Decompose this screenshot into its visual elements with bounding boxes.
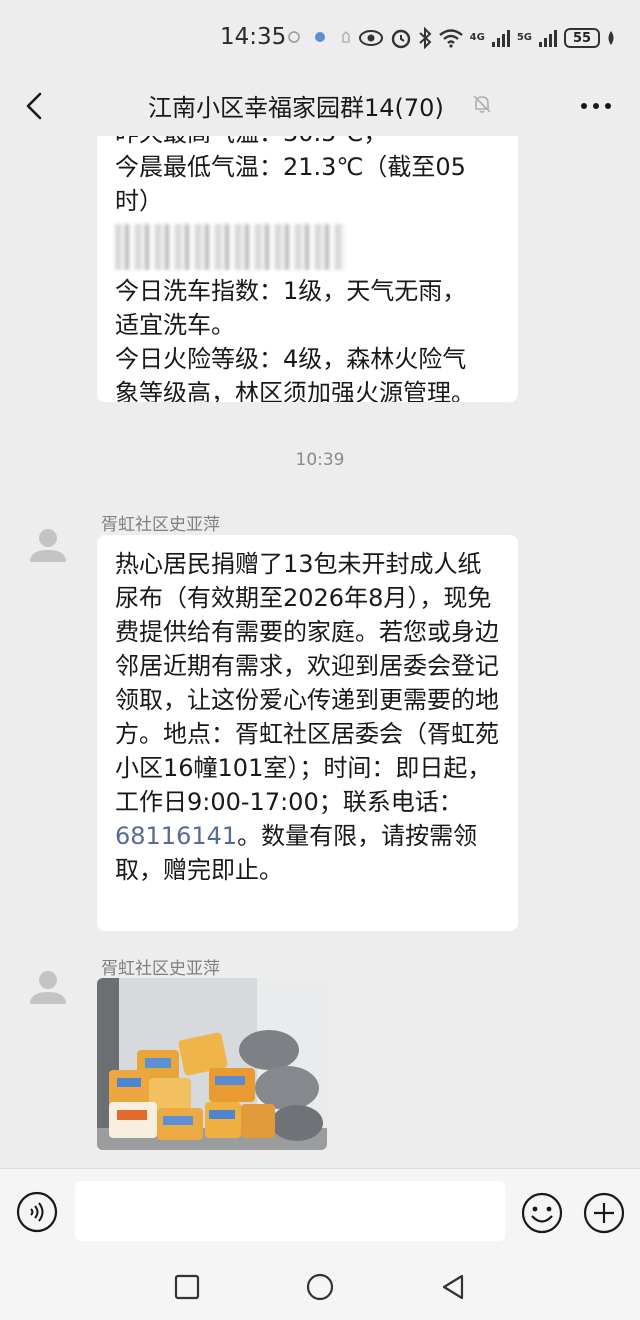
notification-icon <box>342 31 350 43</box>
chat-title: 江南小区幸福家园群14(70) <box>148 94 444 122</box>
voice-icon[interactable] <box>16 1191 58 1233</box>
signal-icon <box>539 30 557 47</box>
home-icon[interactable] <box>305 1272 335 1302</box>
message-timestamp: 10:39 <box>295 450 345 470</box>
message-line: 今日洗车指数：1级，天气无雨， <box>115 277 467 305</box>
message-line: 时） <box>115 187 163 215</box>
avatar[interactable] <box>22 520 74 572</box>
message-line: 适宜洗车。 <box>115 311 235 339</box>
signal-icon <box>491 30 510 47</box>
avatar[interactable] <box>22 962 74 1014</box>
input-bar <box>0 1168 640 1258</box>
back-arrow-icon[interactable] <box>18 88 54 124</box>
phone-link[interactable]: 68116141 <box>115 822 237 850</box>
system-nav-bar <box>0 1258 640 1320</box>
message-line: 象等级高，林区须加强火源管理。 <box>115 379 475 402</box>
back-triangle-icon[interactable] <box>438 1272 468 1302</box>
more-dots-icon[interactable] <box>576 92 616 120</box>
notification-icon <box>288 31 300 43</box>
mute-bell-icon <box>473 95 491 113</box>
message-list[interactable]: 昨天最高气温：30.5℃， 今晨最低气温：21.3℃（截至05 时） 今日洗车指… <box>0 136 640 1168</box>
alarm-icon <box>391 29 410 49</box>
blurred-text <box>115 224 345 270</box>
network-5g-label: 5G <box>516 32 532 43</box>
notification-icon <box>315 32 325 42</box>
status-icons: 4G 5G 55 <box>358 24 616 52</box>
chat-header: 江南小区幸福家园群14(70) <box>0 76 640 136</box>
emoji-icon[interactable] <box>520 1191 564 1235</box>
message-bubble-weather[interactable]: 昨天最高气温：30.5℃， 今晨最低气温：21.3℃（截至05 时） 今日洗车指… <box>97 136 518 402</box>
wifi-icon <box>438 29 463 48</box>
recent-apps-icon[interactable] <box>172 1272 202 1302</box>
photo-message[interactable] <box>97 978 327 1150</box>
plus-icon[interactable] <box>582 1191 626 1235</box>
status-time: 14:35 <box>220 24 287 50</box>
leaf-icon <box>608 31 614 45</box>
eye-icon <box>358 30 383 46</box>
message-bubble-donation[interactable]: 热心居民捐赠了13包未开封成人纸尿布（有效期至2026年8月），现免费提供给有需… <box>97 535 518 931</box>
sender-name: 胥虹社区史亚萍 <box>101 959 220 979</box>
default-avatar-icon <box>30 971 66 1004</box>
message-text-part: 热心居民捐赠了13包未开封成人纸尿布（有效期至2026年8月），现免费提供给有需… <box>115 550 499 816</box>
message-text: 热心居民捐赠了13包未开封成人纸尿布（有效期至2026年8月），现免费提供给有需… <box>115 547 500 887</box>
battery-indicator: 55 <box>564 28 600 48</box>
bluetooth-icon <box>418 27 432 49</box>
network-4g-label: 4G <box>469 32 485 43</box>
sender-name: 胥虹社区史亚萍 <box>101 515 220 535</box>
message-input[interactable] <box>75 1181 505 1241</box>
default-avatar-icon <box>30 529 66 562</box>
message-line: 今晨最低气温：21.3℃（截至05 <box>115 153 466 181</box>
message-line: 昨天最高气温：30.5℃， <box>115 136 510 150</box>
message-line: 今日火险等级：4级，森林火险气 <box>115 345 467 373</box>
status-bar: 14:35 4G 5G 55 <box>0 0 640 76</box>
diaper-packs-photo <box>97 978 327 1150</box>
